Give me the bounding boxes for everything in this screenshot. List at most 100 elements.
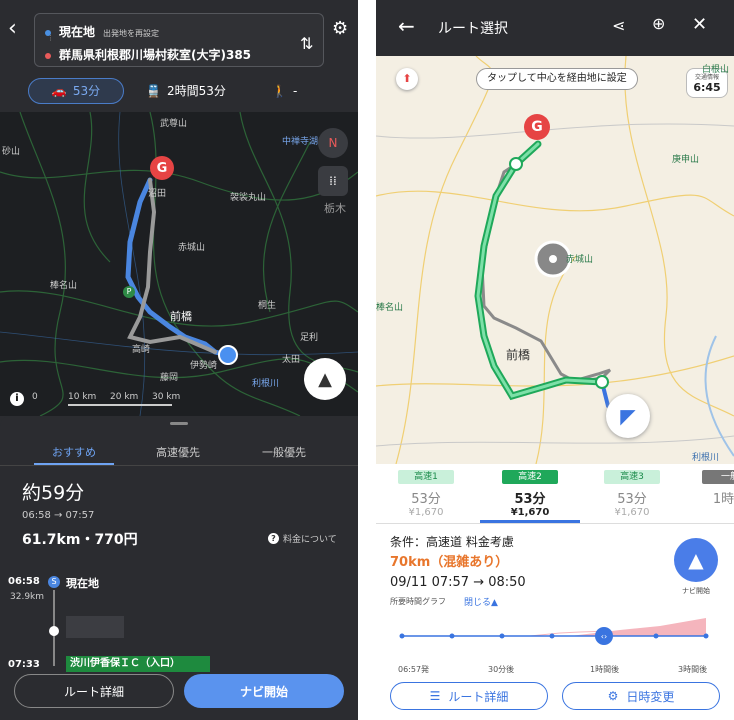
back-arrow-icon[interactable]: ← <box>398 14 415 38</box>
map-label: 藤岡 <box>160 373 179 383</box>
route-price: ¥1,670 <box>510 507 550 518</box>
add-pin-icon[interactable]: ⊕ <box>652 14 665 33</box>
ic-entrance-sign: 渋川伊香保ＩＣ（入口） <box>66 656 210 672</box>
left-map[interactable]: G P 武尊山 沼田 袈裟丸山 赤城山 棒名山 前橋 桐生 足利 太田 藤岡 高… <box>0 112 358 416</box>
tab-general[interactable]: 一般優先 <box>262 444 306 460</box>
route-option-4[interactable]: 一般 1時間 <box>694 470 734 507</box>
map-label: 高崎 <box>132 345 151 355</box>
route-price: ¥1,670 <box>408 507 444 518</box>
map-layer-icon[interactable]: ⁞⁞ <box>318 166 348 196</box>
travel-time-graph: ‹› <box>399 618 709 645</box>
step-node <box>49 626 59 636</box>
map-label: 赤城山 <box>178 243 206 253</box>
destination-pin[interactable]: G <box>524 114 550 140</box>
route-detail-button[interactable]: ☰ ルート詳細 <box>390 682 548 710</box>
mode-walk-button[interactable]: 🚶 - <box>272 78 297 104</box>
traffic-info-time: 6:45 <box>693 81 721 94</box>
route-option-3[interactable]: 高速3 53分 ¥1,670 <box>596 470 668 518</box>
step-distance: 32.9km <box>10 592 45 602</box>
tab-highway[interactable]: 高速優先 <box>156 444 200 460</box>
map-label: 栃木 <box>324 202 346 215</box>
swap-icon[interactable]: ⇅ <box>300 34 313 53</box>
destination-pin[interactable]: G <box>150 156 174 180</box>
route-option-1[interactable]: 高速1 53分 ¥1,670 <box>390 470 462 518</box>
map-label: 足利 <box>300 333 319 343</box>
scale-label: 10 km <box>68 392 97 402</box>
axis-label: 3時間後 <box>678 665 708 674</box>
current-location-button[interactable]: ▲ <box>304 358 346 400</box>
graph-axis: 06:57発 30分後 1時間後 3時間後 <box>398 664 718 676</box>
gear-icon[interactable]: ⚙ <box>332 18 348 39</box>
route-detail-label: ルート詳細 <box>448 689 509 704</box>
mode-car-button[interactable]: 🚗 53分 <box>28 78 124 104</box>
left-panel: ‹ 現在地 出発地を再設定 ⋮ 群馬県利根郡川場村萩室(大字)385 ⇅ ⚙ 🚗 5… <box>0 0 358 720</box>
fare-link-label: 料金について <box>283 535 337 545</box>
route-option-2[interactable]: 高速2 53分 ¥1,670 <box>494 470 566 518</box>
destination-dot-icon <box>45 52 51 59</box>
graph-label: 所要時間グラフ <box>390 597 446 606</box>
start-badge-icon: S <box>48 576 60 588</box>
compass-button[interactable]: N <box>318 128 348 158</box>
scale-zero: 0 <box>32 392 38 402</box>
route-distance-fare: 61.7km・770円 <box>22 532 138 548</box>
destination-row[interactable]: 群馬県利根郡川場村萩室(大字)385 <box>45 46 251 63</box>
origin-reset-label[interactable]: 出発地を再設定 <box>103 29 159 38</box>
map-label: 伊勢崎 <box>190 361 218 371</box>
map-label: 白根山 <box>702 65 730 75</box>
fare-link[interactable]: ? 料金について <box>268 532 337 545</box>
mode-train-label: 2時間53分 <box>166 84 226 98</box>
right-panel: ← ルート選択 ⋖ ⊕ ✕ ⬆ タップして中心を経由地に設定 交通情報 6:45… <box>376 0 734 720</box>
mode-train-button[interactable]: 🚆 2時間53分 <box>146 78 226 104</box>
route-dots-icon: ⋮ <box>47 34 54 42</box>
axis-label: 1時間後 <box>590 665 620 674</box>
navi-start-button[interactable]: ナビ開始 <box>184 674 344 708</box>
scale-label: 30 km <box>152 392 181 402</box>
step-time: 06:58 <box>8 576 40 587</box>
map-label: 利根川 <box>692 453 720 463</box>
step-placeholder <box>66 616 124 638</box>
right-map[interactable]: ⬆ タップして中心を経由地に設定 交通情報 6:45 G 前橋 赤城山 棒名山 … <box>376 56 734 464</box>
tab-active-indicator <box>34 463 114 465</box>
page-title: ルート選択 <box>438 21 508 37</box>
map-label: 前橋 <box>170 310 192 323</box>
tab-recommended[interactable]: おすすめ <box>52 444 96 460</box>
route-badge: 高速1 <box>398 470 454 484</box>
help-icon: ? <box>268 533 279 544</box>
axis-label: 06:57発 <box>398 665 430 674</box>
route-time: 53分 <box>411 492 441 507</box>
origin-row[interactable]: 現在地 出発地を再設定 <box>45 23 159 40</box>
map-label: 棒名山 <box>50 281 78 291</box>
distance-label: 70km（混雑あり） <box>390 555 509 570</box>
route-duration: 約59分 <box>22 482 85 504</box>
datetime-label: 09/11 07:57 → 08:50 <box>390 575 526 590</box>
info-icon[interactable]: i <box>10 392 24 406</box>
map-label: 太田 <box>282 355 301 365</box>
step-time: 07:33 <box>8 659 40 670</box>
car-icon: 🚗 <box>51 84 67 98</box>
route-detail-button[interactable]: ルート詳細 <box>14 674 174 708</box>
sheet-handle[interactable] <box>170 422 188 425</box>
step-label: 現在地 <box>66 577 99 590</box>
map-label: 赤城山 <box>566 255 594 265</box>
map-label: 利根川 <box>252 379 280 389</box>
destination-label: 群馬県利根郡川場村萩室(大字)385 <box>59 48 252 62</box>
top-bar: ← ルート選択 ⋖ ⊕ ✕ <box>376 0 734 56</box>
route-sheet: おすすめ 高速優先 一般優先 約59分 06:58 → 07:57 61.7km… <box>0 416 358 720</box>
datetime-change-button[interactable]: ⚙ 日時変更 <box>562 682 720 710</box>
navi-start-button[interactable]: ▲ <box>674 538 718 582</box>
gear-icon: ⚙ <box>607 689 619 703</box>
close-icon[interactable]: ✕ <box>692 14 707 35</box>
svg-text:‹›: ‹› <box>601 632 607 641</box>
mode-car-label: 53分 <box>72 84 101 98</box>
tab-divider <box>0 465 358 466</box>
navi-start-label: ナビ開始 <box>682 587 710 595</box>
route-address-box[interactable]: 現在地 出発地を再設定 ⋮ 群馬県利根郡川場村萩室(大字)385 <box>34 13 324 67</box>
graph-close-link[interactable]: 閉じる▲ <box>464 595 498 608</box>
map-label: 武尊山 <box>160 119 188 129</box>
share-icon[interactable]: ⋖ <box>612 16 625 35</box>
current-location-button[interactable]: ◤ <box>606 394 650 438</box>
map-label: 庚申山 <box>672 155 700 165</box>
compass-icon[interactable]: ⬆ <box>396 68 418 90</box>
back-icon[interactable]: ‹ <box>8 18 26 40</box>
right-map-roads <box>376 56 734 464</box>
